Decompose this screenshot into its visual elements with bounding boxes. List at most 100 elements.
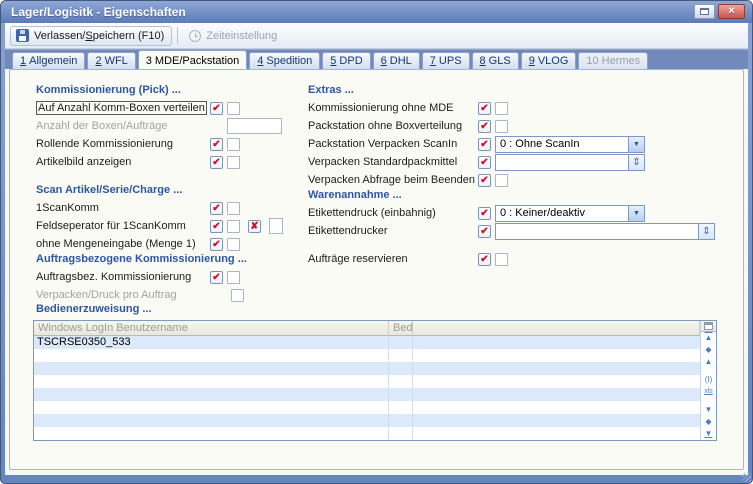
- form-column-left: Kommissionierung (Pick) ... Auf Anzahl K…: [36, 84, 302, 304]
- apply-check-icon[interactable]: ✔: [478, 120, 491, 133]
- tab-strip: 1Allgemein 2WFL 3MDE/Packstation 4Spedit…: [5, 49, 748, 69]
- tab-dpd[interactable]: 5DPD: [322, 52, 370, 69]
- table-row[interactable]: [34, 427, 700, 440]
- table-row[interactable]: [34, 388, 700, 401]
- table-row[interactable]: [34, 349, 700, 362]
- field-label: 1ScanKomm: [36, 202, 210, 214]
- apply-check-icon[interactable]: ✔: [210, 220, 223, 233]
- checkbox[interactable]: [227, 138, 240, 151]
- apply-check-icon[interactable]: ✔: [210, 156, 223, 169]
- bediener-grid: Windows LogIn Benutzername Bedi TSCRSE03…: [33, 320, 717, 441]
- time-setting-label: Zeiteinstellung: [206, 30, 277, 42]
- apply-check-icon[interactable]: ✔: [478, 102, 491, 115]
- grid-main: Windows LogIn Benutzername Bedi TSCRSE03…: [34, 321, 700, 440]
- field-label: Anzahl der Boxen/Aufträge: [36, 120, 210, 132]
- section-title-scan-artikel: Scan Artikel/Serie/Charge ...: [36, 184, 302, 199]
- feldseparator-input[interactable]: [269, 218, 283, 234]
- tab-vlog[interactable]: 9VLOG: [521, 52, 577, 69]
- apply-check-icon[interactable]: ✔: [478, 174, 491, 187]
- nav-xls-export-icon[interactable]: xls: [701, 386, 716, 398]
- save-exit-button[interactable]: Verlassen/Speichern (F10): [10, 26, 172, 46]
- tab-mde-packstation[interactable]: 3MDE/Packstation: [138, 50, 248, 69]
- restore-button[interactable]: [694, 4, 715, 19]
- resize-grip[interactable]: [742, 473, 751, 482]
- apply-check-icon[interactable]: ✔: [210, 271, 223, 284]
- checkbox[interactable]: [227, 202, 240, 215]
- table-row[interactable]: [34, 414, 700, 427]
- nav-first-icon[interactable]: ▲: [701, 332, 716, 344]
- field-label: Verpacken/Druck pro Auftrag: [36, 289, 210, 301]
- cell-extra: [413, 362, 700, 375]
- form-row: Rollende Kommissionierung ✔: [36, 135, 302, 153]
- form-row: Kommissionierung ohne MDE ✔: [308, 99, 736, 117]
- checkbox[interactable]: [227, 238, 240, 251]
- scanin-select[interactable]: 0 : Ohne ScanIn ▼: [495, 136, 645, 153]
- nav-last-icon[interactable]: ▼: [701, 428, 716, 440]
- tab-hermes: 10Hermes: [578, 52, 648, 69]
- clear-x-icon[interactable]: ✘: [248, 220, 261, 233]
- apply-check-icon[interactable]: ✔: [478, 207, 491, 220]
- cell-login: [34, 349, 389, 362]
- focused-label: Auf Anzahl Komm-Boxen verteilen: [36, 101, 207, 115]
- checkbox[interactable]: [495, 174, 508, 187]
- checkbox[interactable]: [495, 102, 508, 115]
- checkbox[interactable]: [227, 156, 240, 169]
- apply-check-icon[interactable]: ✔: [478, 225, 491, 238]
- nav-page-up-icon[interactable]: ◆: [701, 344, 716, 356]
- form-row: Verpacken Abfrage beim Beenden ✔: [308, 171, 736, 189]
- apply-check-icon[interactable]: ✔: [210, 102, 223, 115]
- cell-extra: [413, 349, 700, 362]
- apply-check-icon[interactable]: ✔: [210, 202, 223, 215]
- spinner-icon[interactable]: ⇕: [628, 155, 644, 170]
- cell-bediener: [389, 388, 413, 401]
- form-row: Etikettendrucker ✔ ⇕: [308, 222, 736, 240]
- field-label: Feldseperator für 1ScanKomm: [36, 220, 210, 232]
- toolbar-separator: [177, 27, 178, 44]
- spinner-icon[interactable]: ⇕: [698, 224, 714, 239]
- checkbox[interactable]: [495, 120, 508, 133]
- nav-info-icon[interactable]: (I): [701, 374, 716, 386]
- field-label: Auf Anzahl Komm-Boxen verteilen: [36, 102, 210, 114]
- cell-extra: [413, 388, 700, 401]
- nav-down-icon[interactable]: ▼: [701, 404, 716, 416]
- tab-dhl[interactable]: 6DHL: [373, 52, 420, 69]
- tab-ups[interactable]: 7UPS: [422, 52, 470, 69]
- etikettendruck-select[interactable]: 0 : Keiner/deaktiv ▼: [495, 205, 645, 222]
- cell-login: [34, 414, 389, 427]
- apply-check-icon[interactable]: ✔: [478, 253, 491, 266]
- etikettendrucker-combo[interactable]: ⇕: [495, 223, 715, 240]
- nav-page-down-icon[interactable]: ◆: [701, 416, 716, 428]
- section-title-extras: Extras ...: [308, 84, 736, 99]
- form-row: Aufträge reservieren ✔: [308, 250, 736, 268]
- table-row[interactable]: [34, 375, 700, 388]
- chevron-down-icon[interactable]: ▼: [628, 137, 644, 152]
- standardpackmittel-combo[interactable]: ⇕: [495, 154, 645, 171]
- table-row[interactable]: [34, 401, 700, 414]
- checkbox[interactable]: [227, 220, 240, 233]
- anzahl-boxen-input[interactable]: [227, 118, 282, 134]
- tab-page-mde-packstation: Kommissionierung (Pick) ... Auf Anzahl K…: [9, 69, 744, 470]
- checkbox[interactable]: [227, 271, 240, 284]
- checkbox[interactable]: [227, 102, 240, 115]
- apply-check-icon[interactable]: ✔: [478, 138, 491, 151]
- checkbox[interactable]: [495, 253, 508, 266]
- apply-check-icon[interactable]: ✔: [210, 238, 223, 251]
- form-row: Etikettendruck (einbahnig) ✔ 0 : Keiner/…: [308, 204, 736, 222]
- tab-gls[interactable]: 8GLS: [472, 52, 519, 69]
- form-row: ohne Mengeneingabe (Menge 1) ✔: [36, 235, 302, 253]
- grid-corner-button[interactable]: [701, 321, 716, 332]
- table-row[interactable]: [34, 362, 700, 375]
- column-header-bediener[interactable]: Bedi: [389, 321, 413, 336]
- tab-wfl[interactable]: 2WFL: [87, 52, 135, 69]
- apply-check-icon[interactable]: ✔: [478, 156, 491, 169]
- column-header-windows-login[interactable]: Windows LogIn Benutzername: [34, 321, 389, 336]
- cell-bediener: [389, 362, 413, 375]
- nav-up-icon[interactable]: ▲: [701, 356, 716, 368]
- form-row: Packstation ohne Boxverteilung ✔: [308, 117, 736, 135]
- chevron-down-icon[interactable]: ▼: [628, 206, 644, 221]
- close-button[interactable]: ×: [718, 4, 745, 19]
- tab-allgemein[interactable]: 1Allgemein: [12, 52, 85, 69]
- tab-spedition[interactable]: 4Spedition: [249, 52, 320, 69]
- table-row[interactable]: TSCRSE0350_533: [34, 336, 700, 349]
- apply-check-icon[interactable]: ✔: [210, 138, 223, 151]
